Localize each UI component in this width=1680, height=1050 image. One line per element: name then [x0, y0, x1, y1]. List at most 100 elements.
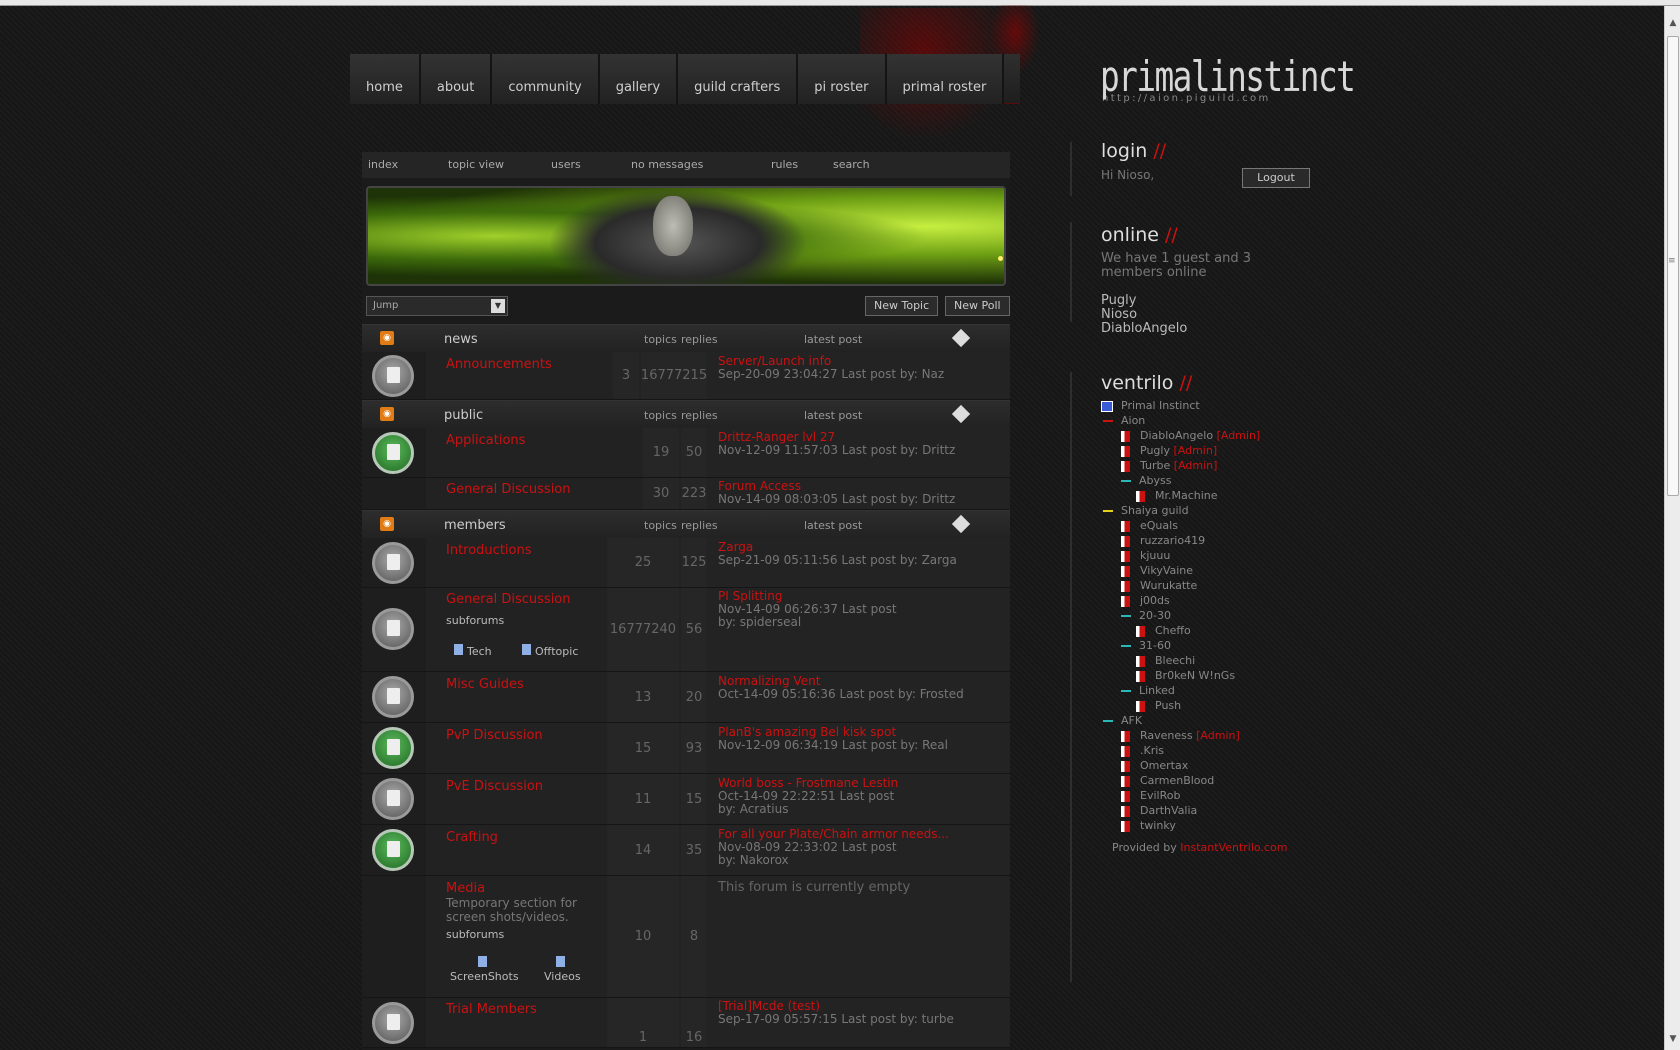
vent-user[interactable]: Mr.Machine	[1136, 488, 1218, 503]
forum-title[interactable]: Applications	[446, 433, 525, 448]
forum-title[interactable]: Trial Members	[446, 1002, 537, 1017]
forum-row-pve[interactable]: PvE Discussion 11 15 World boss - Frostm…	[362, 774, 1010, 825]
subnav-users[interactable]: users	[551, 152, 631, 178]
vent-user[interactable]: j00ds	[1121, 593, 1170, 608]
vent-user[interactable]: twinky	[1121, 818, 1176, 833]
nav-home[interactable]: home	[350, 54, 421, 104]
forum-title[interactable]: Media	[446, 881, 485, 896]
vent-channel[interactable]: AFK	[1103, 713, 1142, 728]
scroll-thumb[interactable]	[1667, 36, 1679, 496]
last-post-title[interactable]: Zarga	[718, 540, 753, 554]
forum-title[interactable]: General Discussion	[446, 592, 571, 607]
vent-server[interactable]: Primal Instinct	[1101, 398, 1200, 413]
vent-user[interactable]: Br0keN W!nGs	[1136, 668, 1235, 683]
category-name[interactable]: public	[444, 408, 483, 423]
subnav-index[interactable]: index	[368, 152, 448, 178]
scroll-down-icon[interactable]: ▼	[1667, 1034, 1679, 1048]
online-member[interactable]: Nioso	[1101, 308, 1187, 322]
forum-title[interactable]: Introductions	[446, 543, 532, 558]
vent-user[interactable]: Pugly [Admin]	[1121, 443, 1217, 458]
last-post-title[interactable]: [Trial]Mcde (test)	[718, 999, 820, 1013]
forum-row-applications[interactable]: Applications 19 50 Drittz-Ranger lvl 27 …	[362, 428, 1010, 478]
vent-channel[interactable]: Linked	[1121, 683, 1175, 698]
online-member[interactable]: DiabloAngelo	[1101, 322, 1187, 336]
vent-user[interactable]: VikyVaine	[1121, 563, 1193, 578]
vent-user[interactable]: Turbe [Admin]	[1121, 458, 1217, 473]
forum-title[interactable]: PvE Discussion	[446, 779, 543, 794]
forum-row-general-public[interactable]: General Discussion 30 223 Forum Access N…	[362, 478, 1010, 510]
nav-guild-crafters[interactable]: guild crafters	[678, 54, 799, 104]
vent-user[interactable]: .Kris	[1121, 743, 1164, 758]
last-post-title[interactable]: Drittz-Ranger lvl 27	[718, 430, 835, 444]
chevron-down-icon[interactable]: ▼	[491, 299, 505, 313]
collapse-icon[interactable]	[951, 514, 971, 534]
scroll-up-icon[interactable]: ▲	[1667, 18, 1679, 32]
subforum-videos[interactable]: Videos	[544, 956, 581, 983]
vent-user[interactable]: DiabloAngelo [Admin]	[1121, 428, 1260, 443]
site-logo[interactable]: primalinstinct http://aion.piguild.com	[1100, 52, 1426, 104]
forum-row-pvp[interactable]: PvP Discussion 15 93 PlanB's amazing Bel…	[362, 723, 1010, 774]
subnav-search[interactable]: search	[833, 152, 870, 178]
collapse-icon[interactable]	[951, 328, 971, 348]
last-post-title[interactable]: Forum Access	[718, 479, 801, 493]
category-name[interactable]: news	[444, 332, 478, 347]
vent-user[interactable]: Push	[1136, 698, 1181, 713]
forum-row-misc-guides[interactable]: Misc Guides 13 20 Normalizing Vent Oct-1…	[362, 672, 1010, 723]
vent-user[interactable]: Raveness [Admin]	[1121, 728, 1240, 743]
subforum-tech[interactable]: Tech	[454, 644, 492, 658]
vent-user[interactable]: kjuuu	[1121, 548, 1170, 563]
new-poll-button[interactable]: New Poll	[945, 296, 1010, 316]
vent-user[interactable]: eQuals	[1121, 518, 1178, 533]
forum-row-announcements[interactable]: Announcements 3 16777215 Server/Launch i…	[362, 352, 1010, 400]
vent-channel[interactable]: 31-60	[1121, 638, 1171, 653]
category-name[interactable]: members	[444, 518, 506, 533]
last-post-title[interactable]: Normalizing Vent	[718, 674, 820, 688]
vent-user[interactable]: DarthValia	[1121, 803, 1197, 818]
last-post-title[interactable]: PI Splitting	[718, 589, 782, 603]
forum-title[interactable]: PvP Discussion	[446, 728, 543, 743]
vent-channel[interactable]: Abyss	[1121, 473, 1171, 488]
last-post-title[interactable]: For all your Plate/Chain armor needs...	[718, 827, 949, 841]
vent-channel[interactable]: Aion	[1103, 413, 1145, 428]
rss-icon[interactable]: ◉	[380, 407, 394, 421]
last-post-title[interactable]: PlanB's amazing Bel kisk spot	[718, 725, 896, 739]
collapse-icon[interactable]	[951, 404, 971, 424]
nav-primal-roster[interactable]: primal roster	[886, 54, 1005, 104]
subnav-no-messages[interactable]: no messages	[631, 152, 771, 178]
online-member[interactable]: Pugly	[1101, 294, 1187, 308]
rss-icon[interactable]: ◉	[380, 331, 394, 345]
forum-row-trial-members[interactable]: Trial Members 1 16 [Trial]Mcde (test) Se…	[362, 998, 1010, 1048]
subforum-offtopic[interactable]: Offtopic	[522, 644, 578, 658]
last-post-title[interactable]: Server/Launch info	[718, 354, 831, 368]
nav-pi-roster[interactable]: pi roster	[798, 54, 887, 104]
new-topic-button[interactable]: New Topic	[865, 296, 939, 316]
vent-user[interactable]: Wurukatte	[1121, 578, 1197, 593]
forum-row-general-members[interactable]: General Discussion subforums Tech Offtop…	[362, 588, 1010, 672]
subnav-rules[interactable]: rules	[771, 152, 833, 178]
forum-title[interactable]: Crafting	[446, 830, 498, 845]
vent-channel[interactable]: 20-30	[1121, 608, 1171, 623]
nav-community[interactable]: community	[492, 54, 600, 104]
vent-user[interactable]: ruzzario419	[1121, 533, 1205, 548]
subnav-topic-view[interactable]: topic view	[448, 152, 551, 178]
vent-user[interactable]: Omertax	[1121, 758, 1188, 773]
vent-channel[interactable]: Shaiya guild	[1103, 503, 1189, 518]
rss-icon[interactable]: ◉	[380, 517, 394, 531]
forum-row-media[interactable]: Media Temporary section for screen shots…	[362, 876, 1010, 998]
nav-gallery[interactable]: gallery	[599, 54, 679, 104]
logout-button[interactable]: Logout	[1242, 168, 1310, 188]
vent-user[interactable]: EvilRob	[1121, 788, 1180, 803]
nav-about[interactable]: about	[420, 54, 493, 104]
last-post-title[interactable]: World boss - Frostmane Lestin	[718, 776, 898, 790]
vent-user[interactable]: CarmenBlood	[1121, 773, 1214, 788]
forum-title[interactable]: General Discussion	[446, 482, 571, 497]
forum-row-introductions[interactable]: Introductions 25 125 Zarga Sep-21-09 05:…	[362, 538, 1010, 588]
subforum-screenshots[interactable]: ScreenShots	[450, 956, 519, 983]
forum-title[interactable]: Misc Guides	[446, 677, 524, 692]
vent-user[interactable]: Bleechi	[1136, 653, 1195, 668]
forum-title[interactable]: Announcements	[446, 357, 552, 372]
provider-link[interactable]: InstantVentrilo.com	[1180, 841, 1287, 854]
vent-user[interactable]: Cheffo	[1136, 623, 1191, 638]
jump-select[interactable]: Jump ▼	[366, 296, 508, 316]
forum-row-crafting[interactable]: Crafting 14 35 For all your Plate/Chain …	[362, 825, 1010, 876]
